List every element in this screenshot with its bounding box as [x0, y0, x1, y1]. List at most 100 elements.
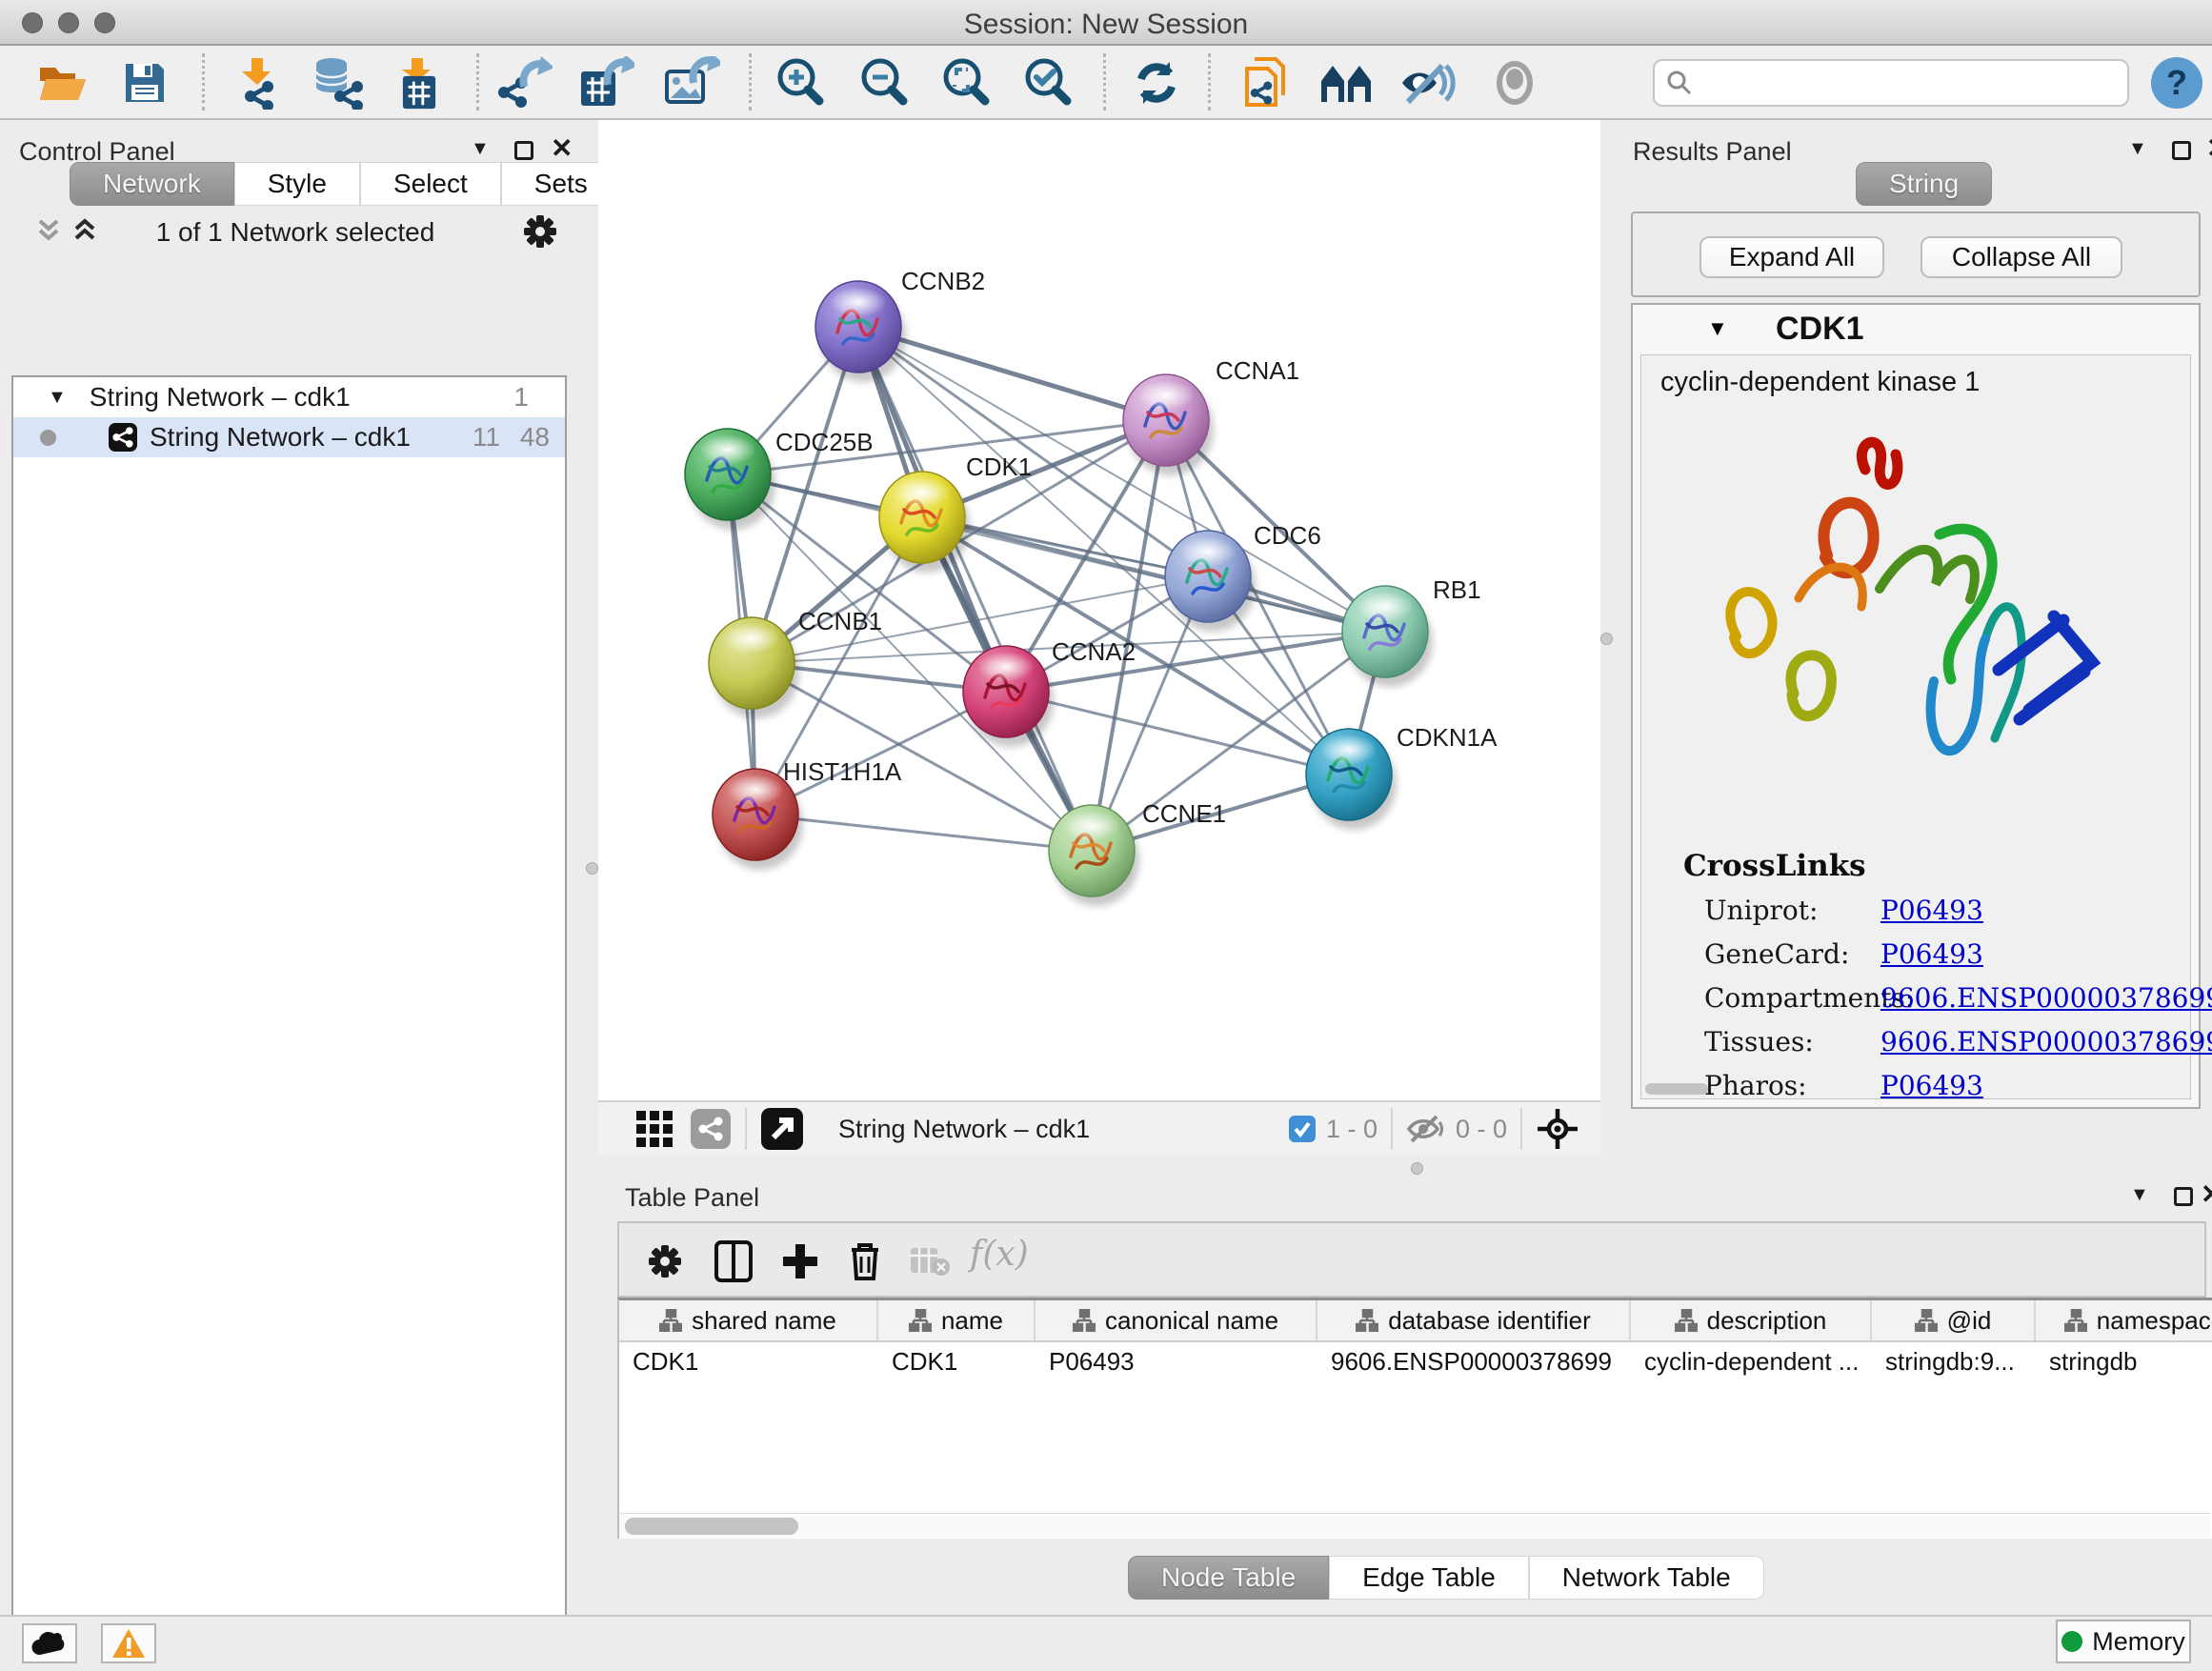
duplicate-network-button[interactable]: [1235, 53, 1296, 112]
column-header-database-identifier[interactable]: database identifier: [1317, 1300, 1631, 1340]
graph-node-CDK1[interactable]: [879, 472, 970, 573]
table-options-gear-icon[interactable]: [636, 1233, 694, 1290]
zoom-in-button[interactable]: [770, 53, 831, 112]
graph-node-CDC25B[interactable]: [685, 429, 775, 530]
tab-network[interactable]: Network: [70, 162, 234, 206]
show-columns-icon[interactable]: [705, 1233, 762, 1290]
section-collapse-caret[interactable]: ▼: [1707, 316, 1728, 341]
export-image-button[interactable]: [661, 53, 722, 112]
network-tree: ▼ String Network – cdk1 1 String Network…: [11, 375, 567, 1671]
graph-node-CCNE1[interactable]: [1049, 805, 1139, 906]
export-network-button[interactable]: [493, 53, 554, 112]
center-view-icon[interactable]: [1536, 1107, 1579, 1151]
network-collection-label: String Network – cdk1: [90, 382, 351, 413]
help-button[interactable]: ?: [2151, 57, 2202, 109]
selected-checkbox-icon[interactable]: [1288, 1115, 1317, 1143]
graph-node-RB1[interactable]: [1342, 586, 1433, 687]
crosslink-value-link[interactable]: 9606.ENSP00000378699: [1880, 982, 2212, 1014]
column-header-namespace[interactable]: namespace: [2036, 1300, 2212, 1340]
zoom-out-button[interactable]: [854, 53, 915, 112]
node-label-RB1: RB1: [1433, 575, 1481, 604]
column-header-shared-name[interactable]: shared name: [619, 1300, 878, 1340]
warning-status-button[interactable]: [101, 1623, 156, 1663]
graph-node-CDC6[interactable]: [1165, 531, 1256, 632]
search-input[interactable]: [1702, 69, 2116, 98]
collapse-all-icon[interactable]: [34, 217, 63, 246]
collapse-panel-icon[interactable]: ▼: [2130, 1185, 2149, 1204]
zoom-fit-button[interactable]: [935, 53, 996, 112]
cloud-icon: [30, 1630, 69, 1657]
memory-button[interactable]: Memory: [2056, 1620, 2191, 1663]
float-panel-button[interactable]: [2172, 141, 2191, 165]
tab-style[interactable]: Style: [234, 162, 360, 206]
column-header-canonical-name[interactable]: canonical name: [1036, 1300, 1317, 1340]
close-panel-button[interactable]: ✕: [2206, 135, 2212, 162]
scrollbar-thumb[interactable]: [625, 1518, 798, 1535]
column-type-icon: [2064, 1309, 2087, 1332]
graph-node-CCNA1[interactable]: [1123, 374, 1214, 475]
network-canvas[interactable]: CCNB2CCNA1CDC25BCDK1CDC6RB1CCNB1CCNA2CDK…: [598, 120, 1600, 1100]
detach-view-icon[interactable]: [760, 1107, 804, 1151]
table-row[interactable]: CDK1CDK1P064939606.ENSP00000378699cyclin…: [619, 1342, 2212, 1380]
open-session-button[interactable]: [32, 53, 93, 112]
table-horizontal-scrollbar[interactable]: [619, 1513, 2210, 1538]
table-panel-title: Table Panel: [625, 1183, 759, 1213]
collapse-all-button[interactable]: Collapse All: [1920, 236, 2122, 278]
crosslink-label: Tissues:: [1704, 1026, 1814, 1057]
tab-node-table[interactable]: Node Table: [1128, 1556, 1329, 1600]
network-selection-status: 1 of 1 Network selected: [124, 217, 467, 248]
column-header-description[interactable]: description: [1631, 1300, 1872, 1340]
results-panel-tabs: String: [1856, 162, 1992, 206]
network-row-label: String Network – cdk1: [150, 422, 411, 453]
results-scrollbar-thumb[interactable]: [1645, 1083, 1708, 1095]
crosslink-value-link[interactable]: 9606.ENSP00000378699: [1880, 1026, 2212, 1057]
expand-all-icon[interactable]: [70, 217, 99, 246]
tab-select[interactable]: Select: [360, 162, 501, 206]
collapse-panel-icon[interactable]: ▼: [2128, 139, 2147, 158]
cloud-status-button[interactable]: [22, 1623, 77, 1663]
network-collection-row[interactable]: ▼ String Network – cdk1 1: [13, 377, 565, 417]
import-network-from-database-button[interactable]: [307, 53, 368, 112]
zoom-selected-button[interactable]: [1017, 53, 1078, 112]
graph-node-CDKN1A[interactable]: [1306, 729, 1397, 830]
table-cell: P06493: [1036, 1342, 1317, 1380]
network-view-icon[interactable]: [690, 1108, 732, 1150]
tree-expand-caret[interactable]: ▼: [48, 387, 67, 409]
column-type-icon: [1915, 1309, 1938, 1332]
float-panel-button[interactable]: [2174, 1187, 2193, 1211]
network-row[interactable]: String Network – cdk1 11 48: [13, 417, 565, 457]
search-field[interactable]: [1653, 59, 2129, 107]
left-splitter-handle[interactable]: [586, 862, 598, 875]
graph-node-CCNB2[interactable]: [815, 281, 906, 382]
refresh-button[interactable]: [1126, 53, 1187, 112]
expand-all-button[interactable]: Expand All: [1699, 236, 1884, 278]
crosslink-value-link[interactable]: P06493: [1880, 938, 1983, 970]
add-column-icon[interactable]: [772, 1233, 829, 1290]
crosslinks-heading: CrossLinks: [1683, 849, 1866, 883]
column-header--id[interactable]: @id: [1872, 1300, 2036, 1340]
hide-graphics-details-button[interactable]: [1397, 53, 1458, 112]
show-graphics-details-button[interactable]: [1484, 53, 1545, 112]
save-session-button[interactable]: [114, 53, 175, 112]
collapse-panel-icon[interactable]: ▼: [471, 139, 490, 158]
toolbar-separator: [1208, 53, 1211, 111]
tab-network-table[interactable]: Network Table: [1529, 1556, 1764, 1600]
grid-view-icon[interactable]: [634, 1109, 674, 1149]
import-network-from-file-button[interactable]: [227, 53, 288, 112]
import-table-from-file-button[interactable]: [387, 53, 448, 112]
close-panel-button[interactable]: ✕: [551, 135, 573, 162]
crosslink-value-link[interactable]: P06493: [1880, 895, 1983, 926]
results-actions-box: Expand All Collapse All: [1631, 211, 2201, 297]
network-options-gear-icon[interactable]: [522, 213, 558, 250]
tab-edge-table[interactable]: Edge Table: [1329, 1556, 1529, 1600]
close-panel-button[interactable]: ✕: [2201, 1181, 2212, 1208]
birds-eye-view-button[interactable]: [1316, 53, 1377, 112]
export-table-button[interactable]: [575, 53, 636, 112]
node-label-CDK1: CDK1: [966, 453, 1032, 481]
tab-string[interactable]: String: [1856, 162, 1992, 206]
column-header-name[interactable]: name: [878, 1300, 1036, 1340]
hidden-eye-slash-icon[interactable]: [1406, 1113, 1446, 1145]
column-header-label: database identifier: [1388, 1306, 1590, 1336]
crosslink-value-link[interactable]: P06493: [1880, 1070, 1983, 1101]
delete-column-icon[interactable]: [836, 1233, 894, 1290]
